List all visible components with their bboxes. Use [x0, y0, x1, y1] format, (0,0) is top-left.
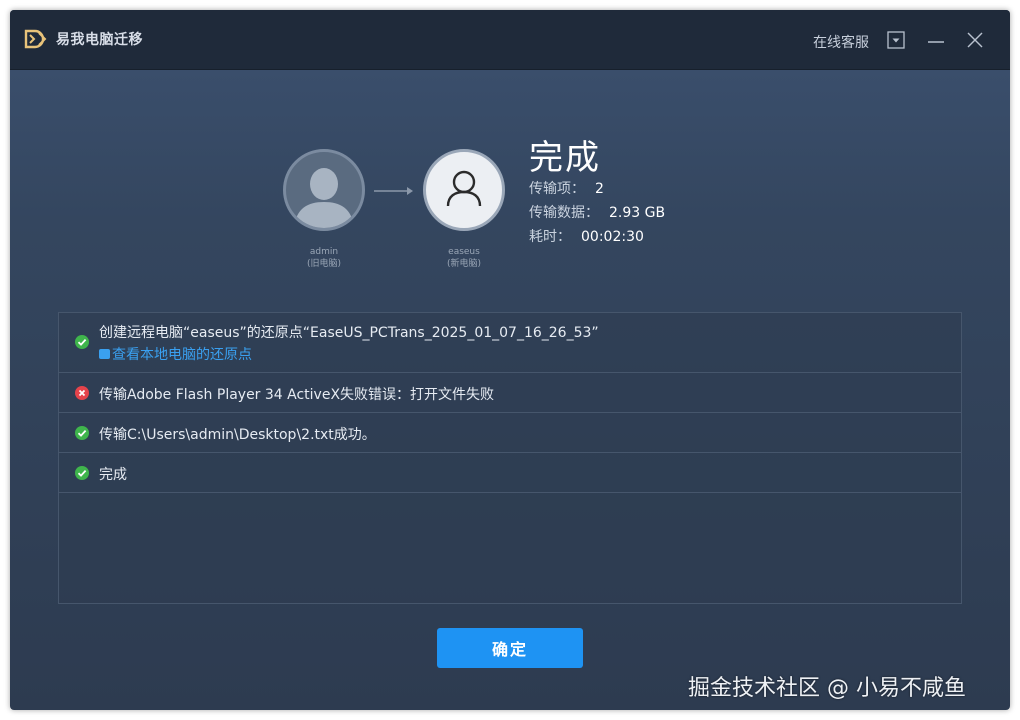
- data-label: 传输数据：: [529, 205, 599, 221]
- app-logo-icon: [24, 29, 47, 49]
- log-text: 传输Adobe Flash Player 34 ActiveX失败错误：打开文件…: [99, 387, 495, 403]
- source-role: (旧电脑): [306, 259, 342, 269]
- log-text: 完成: [99, 467, 127, 483]
- items-value: 2: [595, 181, 604, 197]
- close-icon[interactable]: [963, 28, 987, 52]
- log-row: 传输C:\Users\admin\Desktop\2.txt成功。: [59, 413, 961, 453]
- transfer-arrow-icon: [374, 187, 413, 195]
- time-value: 00:02:30: [581, 229, 644, 245]
- transfer-items-stat: 传输项： 2: [529, 178, 604, 198]
- view-restore-point-link[interactable]: 查看本地电脑的还原点: [99, 344, 252, 364]
- log-row: 完成: [59, 453, 961, 493]
- transfer-log-list[interactable]: 创建远程电脑“easeus”的还原点“EaseUS_PCTrans_2025_0…: [58, 312, 962, 604]
- target-caption: easeus (新电脑): [414, 246, 514, 270]
- online-support-link[interactable]: 在线客服: [813, 32, 869, 52]
- error-x-icon: [75, 386, 89, 400]
- transfer-data-stat: 传输数据： 2.93 GB: [529, 202, 665, 222]
- target-name: easeus: [448, 247, 480, 257]
- source-avatar: [283, 149, 365, 231]
- link-icon: [99, 349, 110, 359]
- data-value: 2.93 GB: [609, 205, 666, 221]
- app-window: 易我电脑迁移 在线客服 admin (旧电脑) easeus (新电脑) 完成 …: [10, 10, 1010, 710]
- success-check-icon: [75, 426, 89, 440]
- success-check-icon: [75, 335, 89, 349]
- dropdown-menu-icon[interactable]: [884, 28, 908, 52]
- elapsed-time-stat: 耗时： 00:02:30: [529, 226, 644, 246]
- target-role: (新电脑): [446, 259, 482, 269]
- title-bar: 易我电脑迁移 在线客服: [10, 10, 1010, 70]
- source-name: admin: [309, 247, 339, 257]
- target-avatar: [423, 149, 505, 231]
- log-text: 传输C:\Users\admin\Desktop\2.txt成功。: [99, 427, 376, 443]
- log-row: 创建远程电脑“easeus”的还原点“EaseUS_PCTrans_2025_0…: [59, 313, 961, 373]
- success-check-icon: [75, 466, 89, 480]
- items-label: 传输项：: [529, 181, 585, 197]
- confirm-button[interactable]: 确定: [437, 628, 583, 668]
- log-text: 创建远程电脑“easeus”的还原点“EaseUS_PCTrans_2025_0…: [99, 325, 599, 341]
- user-outline-icon: [446, 170, 482, 207]
- source-caption: admin (旧电脑): [274, 246, 374, 270]
- time-label: 耗时：: [529, 229, 571, 245]
- watermark: 掘金技术社区 @ 小易不咸鱼: [688, 676, 966, 701]
- minimize-icon[interactable]: [924, 28, 948, 52]
- user-silhouette-icon: [294, 168, 354, 228]
- app-title: 易我电脑迁移: [56, 32, 143, 48]
- log-row: 传输Adobe Flash Player 34 ActiveX失败错误：打开文件…: [59, 373, 961, 413]
- completion-title: 完成: [529, 138, 601, 178]
- restore-link-label: 查看本地电脑的还原点: [112, 347, 252, 363]
